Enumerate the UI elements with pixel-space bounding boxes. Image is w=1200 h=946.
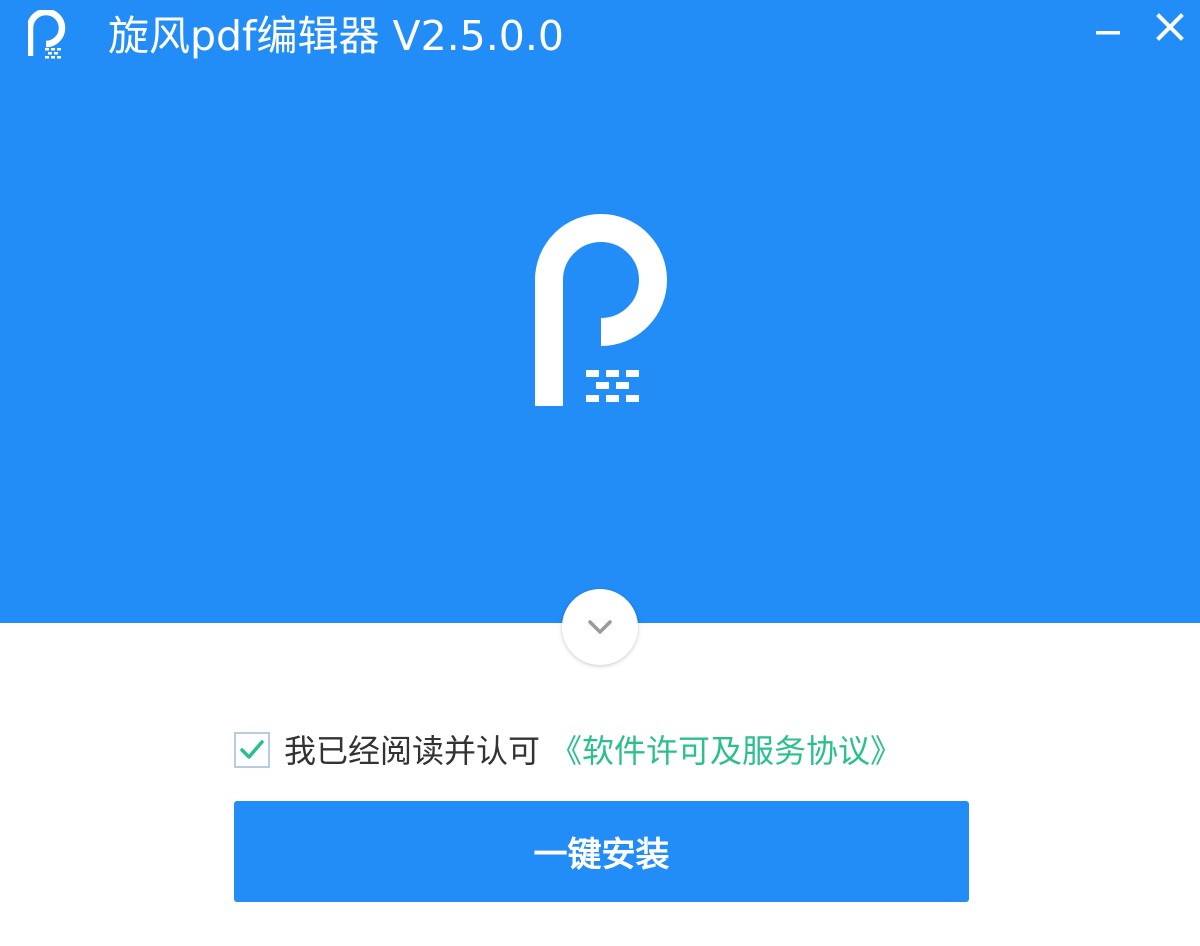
app-logo-large-icon	[535, 213, 668, 407]
title-bar[interactable]: 旋风pdf编辑器 V2.5.0.0	[0, 0, 1200, 72]
license-agreement-link[interactable]: 《软件许可及服务协议》	[550, 729, 902, 773]
close-button[interactable]	[1146, 8, 1194, 56]
window-title: 旋风pdf编辑器 V2.5.0.0	[108, 12, 565, 60]
expand-options-button[interactable]	[562, 589, 638, 665]
chevron-down-icon	[588, 620, 612, 634]
minimize-icon	[1096, 31, 1120, 35]
hero-banner: 旋风pdf编辑器 V2.5.0.0	[0, 0, 1200, 623]
installer-window: 旋风pdf编辑器 V2.5.0.0 我已经阅读并认可 《软件许可及服务协议》 一…	[0, 0, 1200, 946]
checkmark-icon	[240, 740, 264, 759]
minimize-button[interactable]	[1084, 8, 1132, 56]
agree-checkbox[interactable]	[234, 732, 270, 768]
close-icon	[1156, 13, 1184, 41]
agreement-text: 我已经阅读并认可	[284, 732, 541, 770]
app-logo-icon	[26, 8, 68, 60]
one-click-install-button[interactable]: 一键安装	[234, 801, 969, 902]
